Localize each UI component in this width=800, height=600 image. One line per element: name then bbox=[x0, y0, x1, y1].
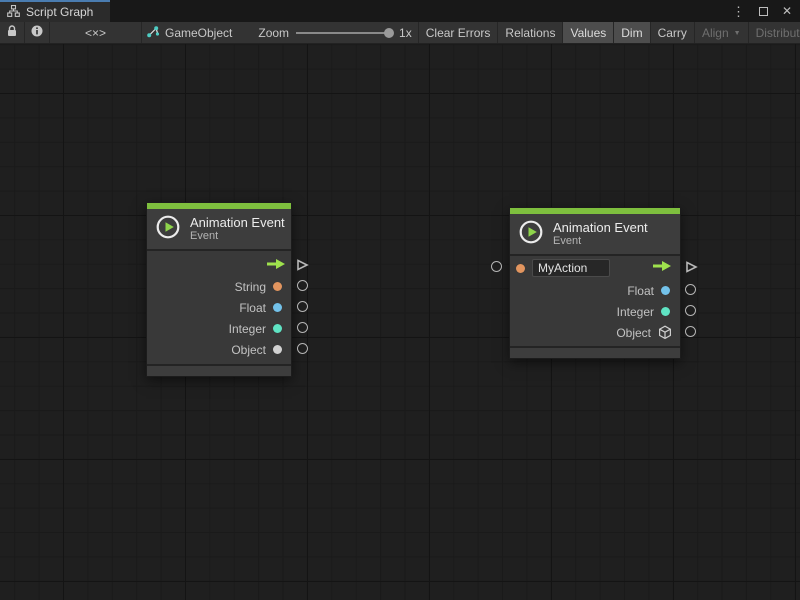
node-animation-event-2[interactable]: Animation Event Event Float Int bbox=[509, 207, 681, 359]
graph-target-label: GameObject bbox=[165, 26, 232, 40]
output-row-string: String bbox=[147, 276, 291, 297]
integer-output-port[interactable] bbox=[685, 305, 696, 316]
graph-icon bbox=[7, 5, 20, 20]
event-play-icon bbox=[518, 219, 544, 250]
node-animation-event-1[interactable]: Animation Event Event String Float bbox=[146, 202, 292, 377]
output-row-object: Object bbox=[147, 339, 291, 360]
code-icon: <×> bbox=[85, 26, 106, 40]
float-output-port[interactable] bbox=[297, 301, 308, 312]
zoom-value: 1x bbox=[399, 26, 412, 40]
tab-script-graph[interactable]: Script Graph bbox=[0, 0, 110, 22]
graph-toolbar: <×> GameObject Zoom 1x Clear Errors Rela… bbox=[0, 22, 800, 44]
integer-port-dot[interactable] bbox=[273, 324, 282, 333]
node-body: String Float Integer Object bbox=[147, 249, 291, 366]
zoom-slider[interactable] bbox=[296, 32, 392, 34]
values-button[interactable]: Values bbox=[563, 22, 613, 43]
zoom-label: Zoom bbox=[258, 26, 289, 40]
object-output-port[interactable] bbox=[685, 326, 696, 337]
lock-button[interactable] bbox=[0, 22, 24, 43]
code-preview-button[interactable]: <×> bbox=[50, 22, 141, 43]
align-button[interactable]: Align ▼ bbox=[695, 22, 748, 43]
integer-port-dot[interactable] bbox=[661, 307, 670, 316]
node-title: Animation Event bbox=[553, 220, 648, 235]
distribute-button[interactable]: Distribute ▼ bbox=[749, 22, 800, 43]
object-port-dot[interactable] bbox=[273, 345, 282, 354]
output-row-integer: Integer bbox=[510, 301, 680, 322]
node-title: Animation Event bbox=[190, 215, 285, 230]
output-row-float: Float bbox=[147, 297, 291, 318]
output-row-float: Float bbox=[510, 280, 680, 301]
zoom-slider-handle[interactable] bbox=[384, 28, 394, 38]
graph-target[interactable]: GameObject bbox=[142, 22, 236, 43]
node-body: Float Integer Object bbox=[510, 254, 680, 348]
event-name-input[interactable] bbox=[532, 259, 610, 277]
lock-icon bbox=[7, 25, 17, 40]
name-input-port-dot[interactable] bbox=[516, 264, 525, 273]
carry-button[interactable]: Carry bbox=[651, 22, 694, 43]
flow-arrow-icon bbox=[266, 257, 286, 275]
tab-title: Script Graph bbox=[26, 5, 93, 19]
zoom-control: Zoom 1x bbox=[258, 22, 411, 43]
gameobject-graph-icon bbox=[146, 25, 159, 41]
close-icon[interactable]: ✕ bbox=[782, 5, 792, 17]
node-subtitle: Event bbox=[553, 235, 648, 248]
output-row-integer: Integer bbox=[147, 318, 291, 339]
flow-output-port[interactable] bbox=[684, 260, 698, 274]
output-row-object: Object bbox=[510, 322, 680, 343]
cube-icon[interactable] bbox=[658, 325, 672, 340]
node-subtitle: Event bbox=[190, 230, 285, 243]
event-name-row bbox=[510, 256, 680, 280]
float-port-dot[interactable] bbox=[273, 303, 282, 312]
float-output-port[interactable] bbox=[685, 284, 696, 295]
relations-button[interactable]: Relations bbox=[498, 22, 562, 43]
string-output-port[interactable] bbox=[297, 280, 308, 291]
graph-canvas[interactable]: Animation Event Event String Float bbox=[0, 44, 800, 600]
name-input-port[interactable] bbox=[491, 261, 502, 272]
node-footer bbox=[510, 348, 680, 358]
flow-output-port[interactable] bbox=[295, 258, 309, 272]
info-button[interactable] bbox=[25, 22, 49, 43]
node-footer bbox=[147, 366, 291, 376]
float-port-dot[interactable] bbox=[661, 286, 670, 295]
title-bar: Script Graph ⋮ ✕ bbox=[0, 0, 800, 22]
flow-arrow-icon bbox=[652, 259, 672, 277]
event-play-icon bbox=[155, 214, 181, 245]
dim-button[interactable]: Dim bbox=[614, 22, 649, 43]
node-header[interactable]: Animation Event Event bbox=[510, 214, 680, 254]
maximize-icon[interactable] bbox=[759, 7, 768, 16]
integer-output-port[interactable] bbox=[297, 322, 308, 333]
object-output-port[interactable] bbox=[297, 343, 308, 354]
string-port-dot[interactable] bbox=[273, 282, 282, 291]
flow-output-row bbox=[147, 255, 291, 276]
window-controls: ⋮ ✕ bbox=[732, 0, 792, 22]
clear-errors-button[interactable]: Clear Errors bbox=[419, 22, 498, 43]
chevron-down-icon: ▼ bbox=[734, 30, 741, 37]
node-header[interactable]: Animation Event Event bbox=[147, 209, 291, 249]
info-icon bbox=[31, 25, 43, 40]
menu-icon[interactable]: ⋮ bbox=[732, 5, 745, 18]
